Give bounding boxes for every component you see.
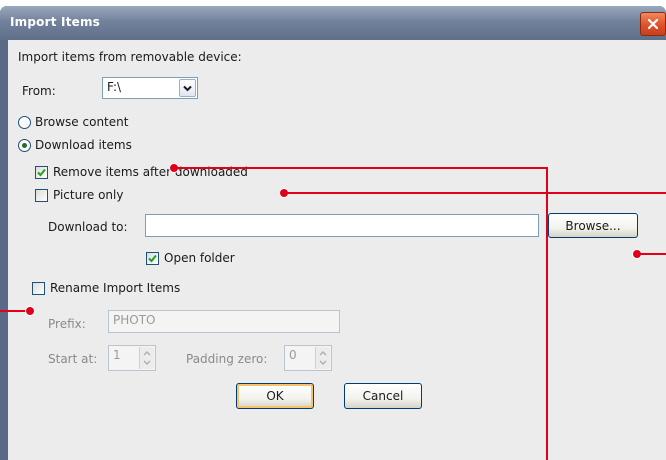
spin-arrows-icon <box>319 350 327 366</box>
padding-zero-spin-buttons[interactable] <box>315 347 330 369</box>
rename-import-label: Rename Import Items <box>50 281 181 295</box>
prefix-label: Prefix: <box>48 317 86 331</box>
start-at-stepper[interactable]: 1 <box>108 345 156 371</box>
download-to-input[interactable] <box>145 214 539 237</box>
padding-zero-value: 0 <box>289 348 297 362</box>
start-at-spin-buttons[interactable] <box>139 347 154 369</box>
start-at-label: Start at: <box>48 352 98 366</box>
open-folder-checkbox[interactable] <box>146 252 159 265</box>
window-title: Import Items <box>10 15 101 29</box>
padding-zero-stepper[interactable]: 0 <box>284 345 332 371</box>
close-button[interactable] <box>640 12 666 36</box>
checkmark-icon <box>37 168 46 177</box>
cancel-button[interactable]: Cancel <box>344 383 422 409</box>
ok-button[interactable]: OK <box>236 383 314 409</box>
checkmark-icon <box>148 254 157 263</box>
callout-line-rename <box>0 310 28 312</box>
callout-dot-rename <box>25 306 35 316</box>
from-label: From: <box>22 84 56 98</box>
padding-zero-label: Padding zero: <box>186 352 268 366</box>
callout-line-remove-after <box>286 192 666 194</box>
download-items-label: Download items <box>35 138 132 152</box>
browse-content-label: Browse content <box>35 115 129 129</box>
import-items-dialog: Import Items Import items from removable… <box>0 6 666 460</box>
start-at-value: 1 <box>113 348 121 362</box>
picture-only-label: Picture only <box>53 188 124 202</box>
browse-button[interactable]: Browse... <box>548 213 638 238</box>
callout-vline-download-items <box>546 167 548 460</box>
browse-content-radio[interactable] <box>18 116 31 129</box>
prefix-value: PHOTO <box>113 313 156 327</box>
close-icon <box>647 18 659 30</box>
picture-only-checkbox[interactable] <box>35 189 48 202</box>
dialog-body: Import items from removable device: From… <box>8 40 666 460</box>
chevron-down-icon <box>183 85 192 91</box>
spin-arrows-icon <box>143 350 151 366</box>
open-folder-label: Open folder <box>164 251 235 265</box>
download-to-label: Download to: <box>48 220 128 234</box>
from-drive-select[interactable]: F:\ <box>102 77 198 99</box>
from-drive-value: F:\ <box>107 80 122 94</box>
intro-text: Import items from removable device: <box>18 50 242 64</box>
rename-import-checkbox[interactable] <box>32 282 45 295</box>
callout-line-browse <box>639 253 666 255</box>
from-dropdown-button[interactable] <box>179 79 196 97</box>
prefix-input[interactable]: PHOTO <box>108 310 340 333</box>
radio-selected-dot <box>22 143 27 148</box>
remove-after-checkbox[interactable] <box>35 166 48 179</box>
download-items-radio[interactable] <box>18 139 31 152</box>
title-bar[interactable]: Import Items <box>0 6 666 40</box>
callout-line-download-items <box>176 167 548 169</box>
